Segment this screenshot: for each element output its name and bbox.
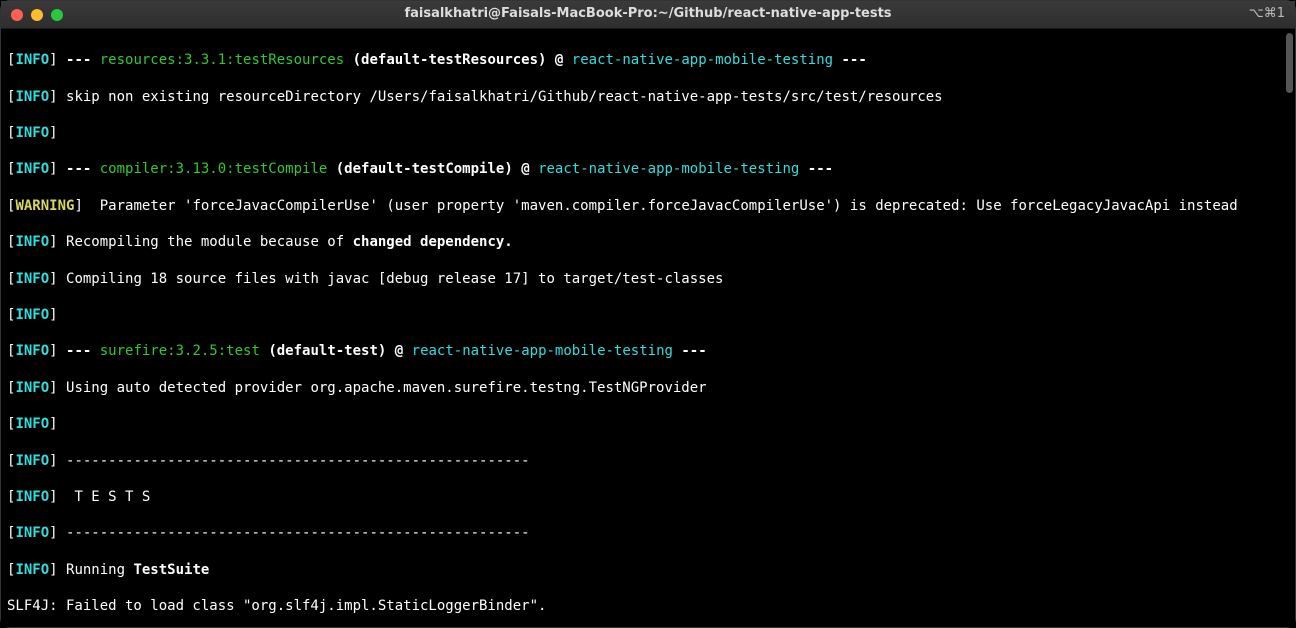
log-line: [INFO] ---------------------------------… bbox=[7, 452, 1289, 470]
close-icon[interactable] bbox=[11, 9, 23, 21]
titlebar: faisalkhatri@Faisals-MacBook-Pro:~/Githu… bbox=[1, 1, 1295, 29]
log-line: [INFO] Using auto detected provider org.… bbox=[7, 379, 1289, 397]
log-line: [INFO] Recompiling the module because of… bbox=[7, 233, 1289, 251]
log-line: [INFO] Running TestSuite bbox=[7, 561, 1289, 579]
log-line: [INFO] T E S T S bbox=[7, 488, 1289, 506]
log-line: [INFO] --- compiler:3.13.0:testCompile (… bbox=[7, 160, 1289, 178]
log-line: [INFO] --- resources:3.3.1:testResources… bbox=[7, 51, 1289, 69]
log-line: SLF4J: Failed to load class "org.slf4j.i… bbox=[7, 597, 1289, 615]
log-line: [INFO] bbox=[7, 415, 1289, 433]
log-line: [INFO] ---------------------------------… bbox=[7, 524, 1289, 542]
window-title: faisalkhatri@Faisals-MacBook-Pro:~/Githu… bbox=[1, 5, 1295, 23]
log-line: [INFO] Compiling 18 source files with ja… bbox=[7, 270, 1289, 288]
traffic-lights bbox=[11, 9, 63, 21]
log-line: [INFO] --- surefire:3.2.5:test (default-… bbox=[7, 342, 1289, 360]
log-line: [INFO] skip non existing resourceDirecto… bbox=[7, 88, 1289, 106]
terminal-output[interactable]: [INFO] --- resources:3.3.1:testResources… bbox=[1, 29, 1295, 627]
zoom-icon[interactable] bbox=[51, 9, 63, 21]
log-line: [WARNING] Parameter 'forceJavacCompilerU… bbox=[7, 197, 1289, 215]
log-line: [INFO] bbox=[7, 306, 1289, 324]
minimize-icon[interactable] bbox=[31, 9, 43, 21]
scrollbar-thumb[interactable] bbox=[1286, 33, 1293, 93]
log-line: [INFO] bbox=[7, 124, 1289, 142]
tab-shortcut: ⌥⌘1 bbox=[1249, 5, 1285, 23]
